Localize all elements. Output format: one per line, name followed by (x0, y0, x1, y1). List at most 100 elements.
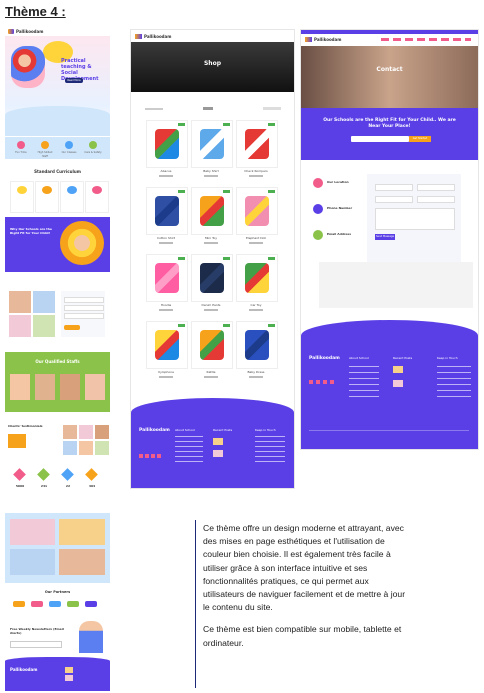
stat-value: 22 (65, 484, 71, 488)
sale-badge (178, 190, 185, 193)
cta-email-input[interactable] (351, 136, 409, 142)
gallery-image (9, 291, 31, 313)
partners-title: Our Partners (44, 590, 71, 594)
product-image (155, 263, 179, 293)
info-label: Phone Number (327, 206, 353, 210)
form-field[interactable] (64, 305, 104, 311)
form-field[interactable] (64, 297, 104, 303)
social-icons[interactable] (139, 454, 163, 458)
product-card[interactable] (146, 321, 188, 369)
results-count (145, 108, 163, 110)
staff-photo (85, 374, 105, 400)
product-card[interactable] (191, 254, 233, 302)
events-section (5, 513, 110, 583)
send-button[interactable]: Send Message (375, 234, 395, 240)
description-paragraph: Ce thème est bien compatible sur mobile,… (203, 624, 402, 648)
sale-badge (268, 257, 275, 260)
product-image (245, 129, 269, 159)
subject-field[interactable] (417, 196, 455, 203)
footer-thumb (393, 380, 403, 387)
footer-section-title: Keep in Touch (255, 428, 276, 432)
sale-badge (268, 324, 275, 327)
feature-label: Fun Time (15, 151, 27, 154)
form-submit-button[interactable] (64, 325, 80, 330)
product-price-bar (249, 175, 263, 177)
logo-icon (8, 29, 14, 34)
product-name[interactable]: Hoodie (145, 303, 187, 307)
hero-wave (5, 106, 110, 136)
product-name[interactable]: Elephant Doll (235, 236, 277, 240)
sale-badge (268, 123, 275, 126)
curriculum-card[interactable] (35, 181, 59, 213)
product-card[interactable] (236, 120, 278, 168)
product-card[interactable] (236, 254, 278, 302)
curriculum-card[interactable] (10, 181, 34, 213)
message-field[interactable] (375, 208, 455, 230)
product-card[interactable] (236, 321, 278, 369)
feature-icon (65, 141, 73, 149)
product-card[interactable] (236, 187, 278, 235)
page-title: Thème 4 : (5, 4, 66, 19)
product-image (200, 129, 224, 159)
product-name[interactable]: Denim Pants (190, 303, 232, 307)
name-field[interactable] (375, 184, 413, 191)
product-name[interactable]: Check Rompers (235, 169, 277, 173)
email-field[interactable] (417, 184, 455, 191)
sale-badge (223, 324, 230, 327)
view-toggle[interactable] (203, 107, 213, 110)
info-label: Our Location (327, 180, 349, 184)
hero-button[interactable]: Read More (65, 78, 83, 83)
shop-toolbar (145, 106, 281, 112)
form-field[interactable] (64, 313, 104, 319)
footer-section-title: About School (349, 356, 369, 360)
stat-icon (13, 468, 26, 481)
product-card[interactable] (191, 187, 233, 235)
location-map[interactable] (319, 262, 473, 308)
product-grid: Abacus Baby Shirt Check Rompers Cotton Shir… (145, 120, 281, 388)
product-name[interactable]: Xylophone (145, 370, 187, 374)
product-card[interactable] (146, 187, 188, 235)
qualified-staff-section: Our Qualified Staffs (5, 352, 110, 412)
sort-select[interactable] (263, 107, 281, 110)
product-name[interactable]: Baby Dress (235, 370, 277, 374)
partner-logo (13, 601, 25, 607)
product-card[interactable] (191, 321, 233, 369)
phone-field[interactable] (375, 196, 413, 203)
product-name[interactable]: Baby Shirt (190, 169, 232, 173)
contact-footer: Pallikoodam About School Recent Posts Ke… (301, 320, 478, 449)
product-name[interactable]: Cotton Shirt (145, 236, 187, 240)
product-name[interactable]: Car Toy (235, 303, 277, 307)
event-image (59, 549, 105, 575)
stat-value: 5000 (15, 484, 25, 488)
email-icon (313, 230, 323, 240)
product-price-bar (249, 242, 263, 244)
curriculum-card[interactable] (60, 181, 84, 213)
footer-divider (309, 430, 469, 431)
testimonial-photo (79, 441, 93, 455)
product-card[interactable] (146, 254, 188, 302)
partner-logo (31, 601, 43, 607)
stat-icon (85, 468, 98, 481)
cta-button[interactable]: Get Started (409, 136, 431, 142)
product-name[interactable]: Abacus (145, 169, 187, 173)
social-icons[interactable] (309, 380, 335, 384)
newsletter-email-input[interactable] (10, 641, 62, 648)
product-price-bar (159, 376, 173, 378)
qualified-title: Our Qualified Staffs (35, 359, 80, 364)
product-card[interactable] (146, 120, 188, 168)
footer-brand: Pallikoodam (10, 667, 38, 672)
footer-contact (255, 436, 285, 466)
product-price-bar (204, 309, 218, 311)
gallery-image (9, 315, 31, 337)
product-name[interactable]: Mini Toy (190, 236, 232, 240)
feature-label: Our Classes (61, 151, 77, 154)
nav-menu[interactable] (381, 38, 471, 41)
hero-button-label: Read More (67, 79, 81, 82)
product-name[interactable]: Rattle (190, 370, 232, 374)
curriculum-card[interactable] (85, 181, 109, 213)
product-card[interactable] (191, 120, 233, 168)
newsletter-person-image (79, 621, 103, 653)
gallery-section (5, 289, 110, 341)
partners-section: Our Partners (5, 587, 110, 617)
cta-button-label: Get Started (412, 137, 428, 140)
